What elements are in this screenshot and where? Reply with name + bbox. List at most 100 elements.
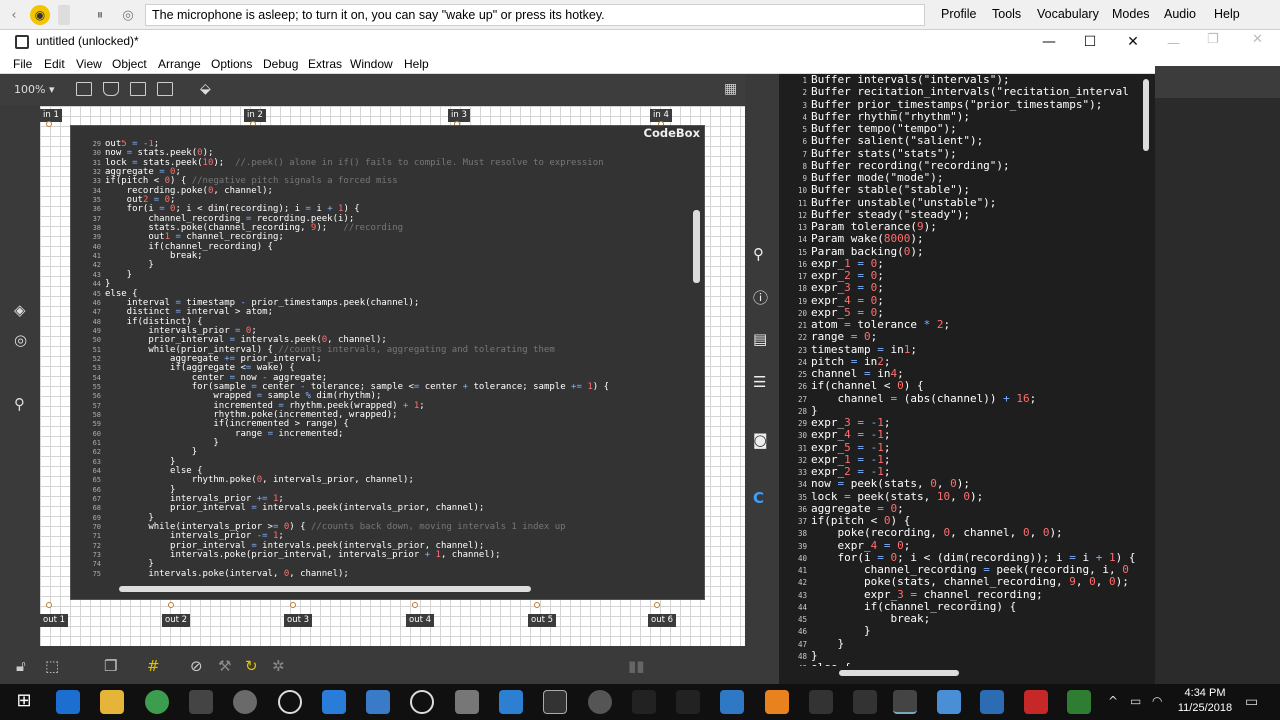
app-icon[interactable] [1067, 690, 1091, 714]
terminal-icon[interactable] [543, 690, 567, 714]
menu-help[interactable]: Help [404, 57, 429, 71]
refresh-icon[interactable]: ↻ [245, 657, 258, 675]
line-text: expr_1 = 0; [811, 256, 884, 270]
menu-options[interactable]: Options [211, 57, 252, 71]
outlet-dot[interactable] [290, 602, 296, 608]
lock-icon[interactable]: 🔓︎ [16, 657, 26, 675]
wrench-icon[interactable]: ⚒ [218, 657, 231, 675]
outlet-dot[interactable] [534, 602, 540, 608]
chrome-icon[interactable] [145, 690, 169, 714]
camera-icon[interactable]: ◙ [753, 431, 768, 449]
outlet-label: out 1 [40, 614, 69, 627]
outlet-dot[interactable] [654, 602, 660, 608]
inlet-label: in 3 [448, 109, 470, 122]
notifications-icon[interactable]: ▭ [1245, 694, 1258, 710]
vertical-scrollbar[interactable] [1143, 79, 1149, 151]
code-view-icon[interactable] [157, 82, 173, 96]
sync-icon[interactable] [278, 690, 302, 714]
app-icon[interactable] [980, 690, 1004, 714]
start-icon[interactable]: ⊞ [12, 690, 36, 714]
tray-app-icon[interactable]: ▭ [1130, 694, 1141, 708]
vscode-icon[interactable] [720, 690, 744, 714]
search-icon[interactable]: ⚲ [753, 245, 764, 263]
menu-tools[interactable]: Tools [992, 7, 1021, 21]
record-icon[interactable]: ◎ [118, 5, 138, 25]
max-icon[interactable] [893, 690, 917, 714]
outlet-dot[interactable] [168, 602, 174, 608]
menu-arrange[interactable]: Arrange [158, 57, 201, 71]
horizontal-scrollbar[interactable] [119, 586, 531, 592]
menu-debug[interactable]: Debug [263, 57, 298, 71]
app-icon[interactable] [937, 690, 961, 714]
minimize-button[interactable]: — [1027, 30, 1071, 54]
app-icon[interactable] [632, 690, 656, 714]
menu-modes[interactable]: Modes [1112, 7, 1150, 21]
close-button[interactable]: ✕ [1111, 30, 1155, 54]
patcher-canvas[interactable]: in 1 in 2 in 3 in 4 CodeBox 29 out5 = -1;… [40, 106, 745, 646]
grid-icon[interactable]: ▦ [724, 81, 737, 97]
dropbox-icon[interactable] [322, 690, 346, 714]
app-icon[interactable] [56, 690, 80, 714]
outlet-dot[interactable] [46, 602, 52, 608]
edit-mode-icon[interactable]: ⬚ [45, 657, 59, 675]
line-number: 7 [802, 149, 807, 159]
reference-icon[interactable]: ▤ [753, 330, 767, 348]
extras-icon[interactable]: ✲ [272, 657, 285, 675]
info-icon[interactable]: ⓘ [753, 287, 768, 308]
microphone-icon[interactable]: ◉ [30, 5, 50, 25]
menu-vocabulary[interactable]: Vocabulary [1037, 7, 1099, 21]
list-icon[interactable]: ☰ [753, 373, 766, 391]
app-icon[interactable] [455, 690, 479, 714]
grid-view-icon[interactable] [130, 82, 146, 96]
menu-view[interactable]: View [76, 57, 102, 71]
tray-chevron-icon[interactable]: ^ [1108, 694, 1118, 708]
pause-icon[interactable]: ⏸ [90, 5, 110, 25]
vlc-icon[interactable] [765, 690, 789, 714]
app-icon[interactable] [1024, 690, 1048, 714]
presentation-icon[interactable] [76, 82, 92, 96]
objects-icon[interactable]: ◈ [14, 301, 26, 319]
app-icon[interactable] [588, 690, 612, 714]
clock[interactable]: 4:34 PM 11/25/2018 [1175, 686, 1235, 716]
menu-audio[interactable]: Audio [1164, 7, 1196, 21]
menu-extras[interactable]: Extras [308, 57, 342, 71]
vertical-scrollbar[interactable] [693, 210, 700, 283]
app-icon[interactable] [499, 690, 523, 714]
app-icon[interactable] [366, 690, 390, 714]
zoom-level[interactable]: 100% ▾ [14, 83, 54, 96]
code-gen-icon[interactable]: C [753, 489, 764, 507]
paint-bucket-icon[interactable]: ⬙ [200, 81, 211, 97]
menu-help[interactable]: Help [1214, 7, 1240, 21]
wifi-icon[interactable]: ◠ [1152, 694, 1162, 708]
folder-icon[interactable] [100, 690, 124, 714]
line-text: expr_3 = channel_recording; [811, 587, 1043, 601]
toggle-icon[interactable] [58, 5, 70, 25]
paperclip-icon[interactable]: ⚲ [14, 395, 25, 413]
line-number: 48 [92, 317, 101, 326]
maximize-button[interactable]: ☐ [1068, 30, 1112, 54]
menu-object[interactable]: Object [112, 57, 147, 71]
outlet-dot[interactable] [412, 602, 418, 608]
presentation-mode-icon[interactable]: ❐ [104, 657, 117, 675]
horizontal-scrollbar[interactable] [839, 670, 959, 676]
app-icon[interactable] [809, 690, 833, 714]
menu-window[interactable]: Window [350, 57, 393, 71]
grid-snap-icon[interactable]: # [147, 657, 160, 675]
splitter-handle[interactable]: ▮▮ [628, 657, 645, 675]
menu-profile[interactable]: Profile [941, 7, 976, 21]
app-icon[interactable] [410, 690, 434, 714]
codebox-object[interactable]: CodeBox 29 out5 = -1; 30 now = stats.peek(0… [70, 125, 705, 600]
back-icon[interactable]: ‹ [4, 5, 24, 25]
menu-edit[interactable]: Edit [44, 57, 65, 71]
mute-icon[interactable]: ⊘ [190, 657, 203, 675]
inlet-dot[interactable] [46, 121, 52, 127]
menu-file[interactable]: File [13, 57, 32, 71]
app-icon[interactable] [676, 690, 700, 714]
generated-code-view[interactable]: 1 Buffer intervals("intervals"); 2 Buffer r… [779, 74, 1141, 666]
live-icon[interactable] [189, 690, 213, 714]
comment-icon[interactable] [103, 82, 119, 96]
codebox-editor[interactable]: 29 out5 = -1; 30 now = stats.peek(0); 31 lock… [79, 140, 669, 590]
app-icon[interactable] [853, 690, 877, 714]
target-icon[interactable]: ◎ [14, 331, 27, 349]
app-icon[interactable] [233, 690, 257, 714]
